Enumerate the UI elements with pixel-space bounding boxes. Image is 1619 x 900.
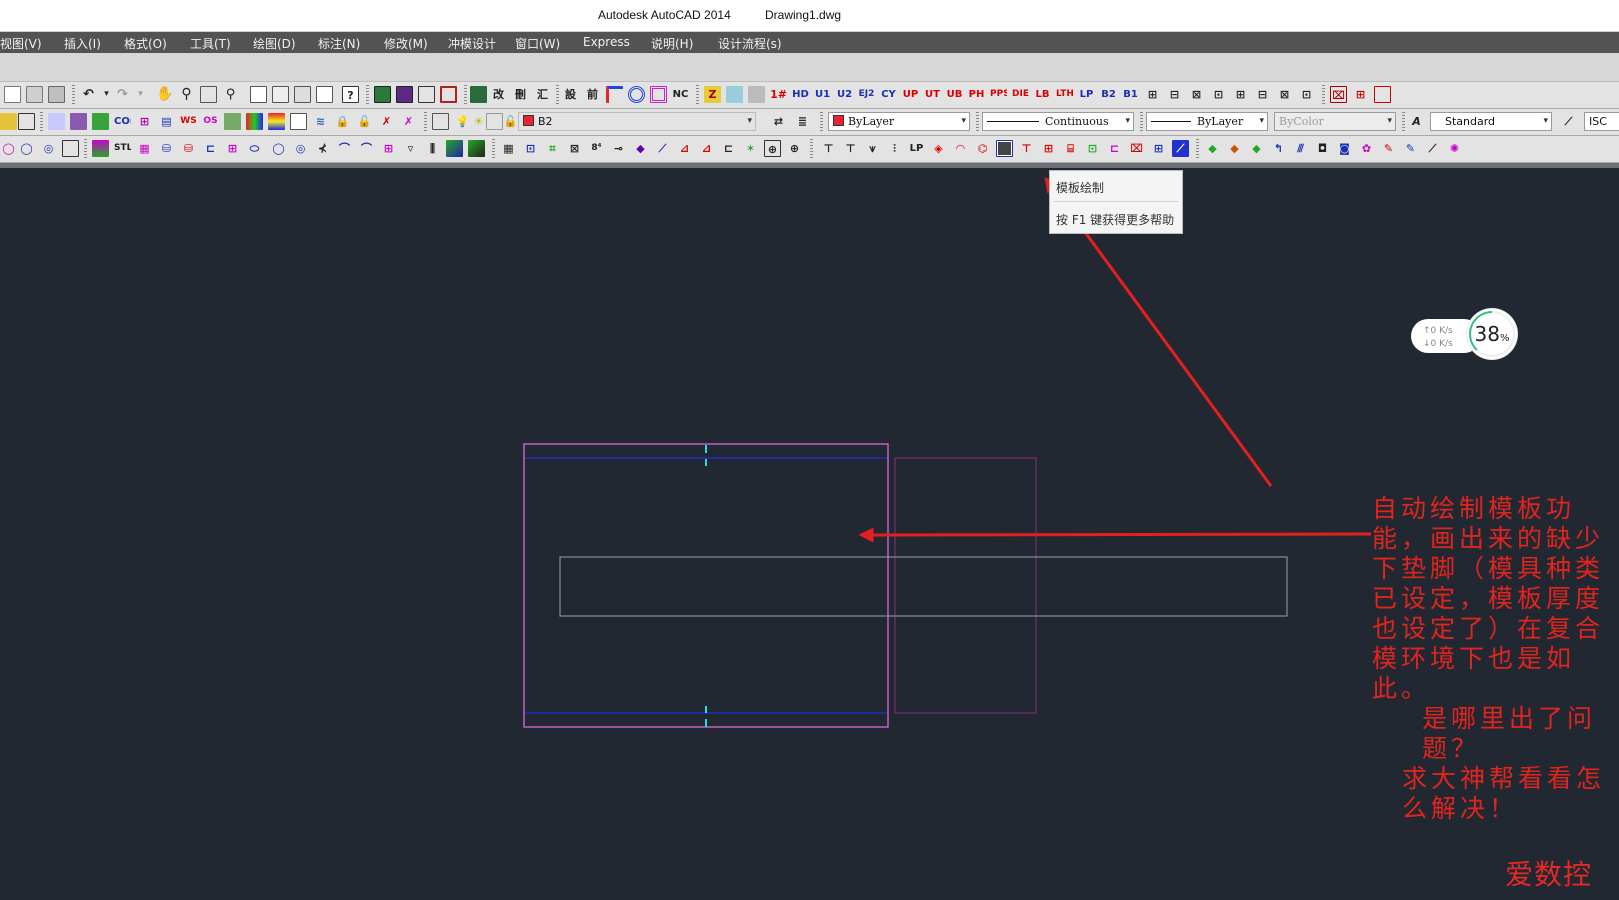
- tooltip-title: 模板绘制: [1056, 181, 1105, 195]
- tooltip-divider: [1054, 201, 1178, 202]
- memory-percent: 38%: [1467, 322, 1517, 346]
- upload-speed: ↑0 K/s: [1423, 326, 1453, 336]
- percent-value: 38: [1474, 322, 1500, 346]
- network-speed-widget[interactable]: ↑0 K/s ↓0 K/s 38%: [1411, 309, 1517, 359]
- annotation-line-2: 是哪里出了问题？: [1422, 704, 1597, 763]
- tooltip-help: 按 F1 键获得更多帮助: [1056, 213, 1175, 227]
- annotation-line-3: 求大神帮看看怎么解决！: [1402, 764, 1606, 823]
- percent-unit: %: [1499, 333, 1510, 344]
- watermark: 爱数控: [1505, 858, 1593, 891]
- memory-gauge[interactable]: 38%: [1467, 309, 1517, 359]
- tooltip-template-draw: 模板绘制 按 F1 键获得更多帮助: [1049, 170, 1183, 234]
- die-plate-outline[interactable]: [523, 443, 889, 728]
- strip-outline[interactable]: [559, 556, 1288, 617]
- annotation-arrow: [858, 527, 1372, 543]
- annotation-line-1: 自动绘制模板功能，画出来的缺少下垫脚（模具种类已设定，模板厚度也设定了）在复合模…: [1372, 494, 1605, 703]
- side-plate-outline[interactable]: [894, 457, 1037, 714]
- download-speed: ↓0 K/s: [1423, 339, 1453, 349]
- annotation-text: 自动绘制模板功能，画出来的缺少下垫脚（模具种类已设定，模板厚度也设定了）在复合模…: [1372, 494, 1617, 824]
